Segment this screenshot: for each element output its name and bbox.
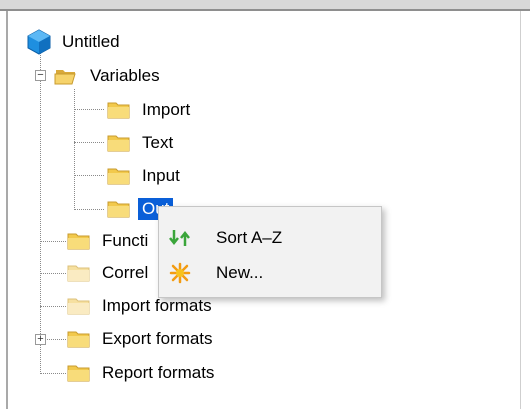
tree-line — [74, 175, 104, 176]
folder-icon — [67, 331, 90, 348]
tree-node-report-formats[interactable]: Report formats — [66, 360, 214, 386]
collapse-toggle[interactable]: − — [35, 70, 46, 81]
tree-node-correl[interactable]: Correl — [66, 260, 148, 286]
tree-line — [74, 142, 104, 143]
folder-icon — [107, 201, 130, 218]
folder-icon — [107, 102, 130, 119]
project-cube-icon — [27, 29, 51, 55]
folder-icon — [107, 135, 130, 152]
tree-line — [40, 241, 66, 242]
folder-icon — [67, 298, 90, 315]
tree-line — [40, 273, 66, 274]
tree-node-label: Input — [142, 166, 180, 185]
new-star-icon — [169, 262, 191, 284]
menu-item-sort-a-z[interactable]: Sort A–Z — [159, 221, 381, 255]
tree-node-import[interactable]: Import — [106, 97, 190, 123]
open-folder-icon — [54, 70, 76, 85]
tree-line — [74, 109, 104, 110]
sort-arrows-icon — [169, 230, 190, 246]
tree-node-label: Import formats — [102, 296, 212, 315]
window-top-border — [0, 0, 530, 11]
tree-node-label: Variables — [90, 66, 160, 85]
folder-icon — [67, 265, 90, 282]
tree-node-label: Untitled — [62, 32, 120, 51]
menu-item-new[interactable]: New... — [159, 256, 381, 290]
tree-node-label: Import — [142, 100, 191, 119]
tree-node-label: Text — [142, 133, 174, 152]
context-menu: Sort A–Z New... — [158, 206, 382, 298]
tree-node-variables[interactable]: Variables — [54, 63, 160, 89]
tree-node-label: Export formats — [102, 329, 213, 348]
tree-node-root[interactable]: Untitled — [26, 29, 120, 55]
tree-line — [74, 89, 75, 210]
tree-line — [40, 373, 66, 374]
tree-line — [40, 47, 41, 374]
tree-line — [40, 306, 66, 307]
tree-node-input[interactable]: Input — [106, 163, 180, 189]
tree-node-text[interactable]: Text — [106, 130, 173, 156]
menu-item-label: New... — [216, 263, 264, 282]
tree-node-label: Report formats — [102, 363, 215, 382]
menu-item-label: Sort A–Z — [216, 228, 283, 247]
tree-line — [74, 209, 104, 210]
tree-node-label: Functi — [102, 231, 149, 250]
folder-icon — [67, 233, 90, 250]
tree-node-export-formats[interactable]: Export formats — [66, 326, 213, 352]
tree-node-label: Correl — [102, 263, 149, 282]
tree-node-functions[interactable]: Functi — [66, 228, 148, 254]
folder-icon — [67, 365, 90, 382]
expand-toggle[interactable]: + — [35, 334, 46, 345]
folder-icon — [107, 168, 130, 185]
